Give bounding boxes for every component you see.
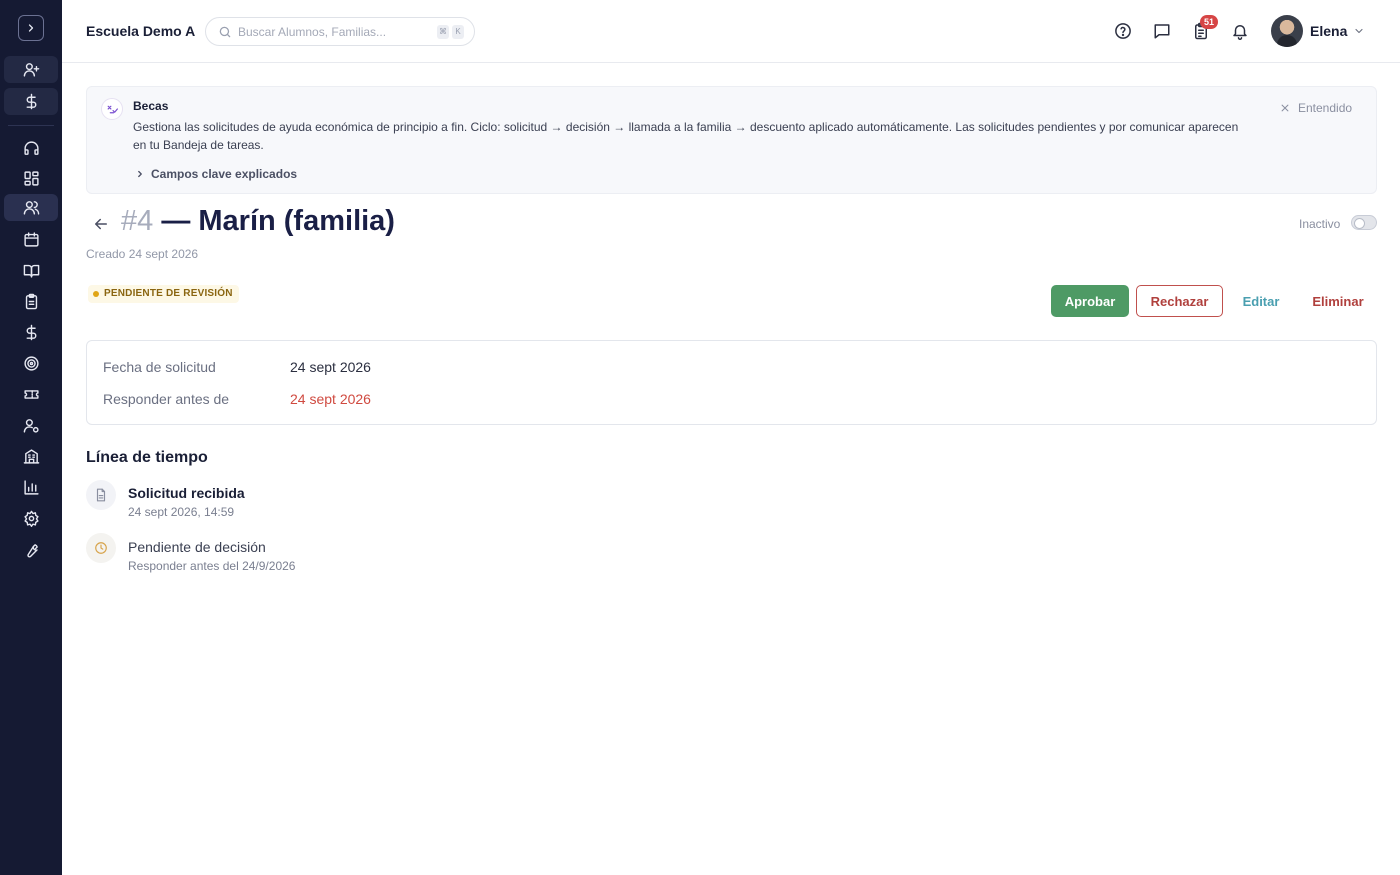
request-date-label: Fecha de solicitud (103, 359, 216, 375)
book-icon (23, 264, 39, 278)
calendar-icon (23, 232, 39, 247)
sidebar (0, 0, 62, 875)
request-date-value: 24 sept 2026 (290, 359, 371, 375)
clock-icon (86, 533, 116, 563)
sidebar-item-settings[interactable] (4, 505, 58, 532)
sidebar-item-support[interactable] (4, 135, 58, 162)
user-gear-icon (23, 419, 39, 433)
inactive-toggle[interactable] (1351, 215, 1377, 230)
dollar-icon (26, 324, 36, 341)
key-fields-label: Campos clave explicados (151, 167, 298, 181)
user-avatar[interactable] (1271, 15, 1303, 47)
help-button[interactable] (1114, 22, 1132, 40)
respond-by-label: Responder antes de (103, 391, 230, 407)
ticket-icon (23, 390, 39, 399)
building-icon (23, 449, 39, 464)
scholarship-icon (101, 98, 123, 120)
timeline-event-subtitle: Responder antes del 24/9/2026 (128, 559, 296, 573)
banner-text: Gestiona las solicitudes de ayuda económ… (133, 120, 1239, 152)
grid-icon (23, 171, 39, 186)
sidebar-item-finance[interactable] (4, 319, 58, 346)
sidebar-item-staff[interactable] (4, 412, 58, 439)
chevron-right-icon (28, 24, 34, 32)
help-circle-icon (1115, 23, 1131, 39)
details-card: Fecha de solicitud 24 sept 2026 Responde… (86, 340, 1377, 425)
sidebar-divider (8, 125, 54, 126)
message-square-icon (1154, 24, 1170, 39)
users-icon (23, 201, 39, 215)
tasks-count-badge: 51 (1200, 15, 1218, 29)
banner-title: Becas (133, 99, 169, 113)
shortcut-key-k: K (452, 25, 464, 39)
created-date: Creado 24 sept 2026 (86, 247, 199, 261)
inactive-label: Inactivo (1299, 217, 1341, 231)
key-fields-toggle[interactable]: Campos clave explicados (135, 167, 297, 181)
search-icon (219, 26, 231, 38)
sidebar-item-billing[interactable] (4, 88, 58, 115)
record-number: #4 (121, 205, 154, 237)
page-title: #4 — Marín (familia) (121, 205, 395, 238)
document-icon (86, 480, 116, 510)
search-bar[interactable]: ⌘ K (205, 17, 475, 46)
sidebar-item-reports[interactable] (4, 474, 58, 501)
record-name: — Marín (familia) (153, 205, 395, 237)
notifications-button[interactable] (1231, 22, 1249, 40)
headset-icon (23, 141, 39, 155)
shortcut-key-cmd: ⌘ (437, 25, 449, 39)
school-name[interactable]: Escuela Demo A (86, 23, 195, 39)
bell-icon (1233, 25, 1247, 40)
status-badge: PENDIENTE DE REVISIÓN (88, 285, 239, 303)
clipboard-icon (25, 293, 37, 310)
sidebar-item-tickets[interactable] (4, 381, 58, 408)
approve-button[interactable]: Aprobar (1051, 285, 1129, 317)
chevron-right-icon (138, 170, 142, 178)
user-plus-icon (23, 63, 39, 77)
reject-button[interactable]: Rechazar (1136, 285, 1223, 317)
info-banner: Becas Gestiona las solicitudes de ayuda … (86, 86, 1377, 194)
banner-dismiss-label: Entendido (1298, 101, 1353, 115)
back-arrow-icon[interactable] (92, 215, 110, 233)
sidebar-item-courses[interactable] (4, 257, 58, 284)
sidebar-item-calendar[interactable] (4, 226, 58, 253)
search-input[interactable] (238, 23, 428, 41)
respond-by-value: 24 sept 2026 (290, 391, 371, 407)
delete-button[interactable]: Eliminar (1302, 285, 1374, 317)
top-header: Escuela Demo A ⌘ K 51 Elena (62, 0, 1400, 63)
sidebar-expand-button[interactable] (18, 15, 44, 41)
bar-chart-icon (23, 480, 39, 495)
edit-button[interactable]: Editar (1234, 285, 1288, 317)
timeline-event-title: Solicitud recibida (128, 485, 245, 501)
sidebar-item-goals[interactable] (4, 350, 58, 377)
close-icon (1281, 104, 1289, 112)
user-name[interactable]: Elena (1310, 23, 1347, 39)
sidebar-item-campus[interactable] (4, 443, 58, 470)
timeline-event-subtitle: 24 sept 2026, 14:59 (128, 505, 235, 519)
sidebar-item-tools[interactable] (4, 537, 58, 564)
messages-button[interactable] (1153, 22, 1171, 40)
gear-icon (23, 510, 39, 527)
timeline-title: Línea de tiempo (86, 449, 208, 466)
chevron-down-icon[interactable] (1353, 25, 1365, 37)
sidebar-item-admissions[interactable] (4, 56, 58, 83)
timeline-event-title: Pendiente de decisión (128, 539, 266, 555)
sidebar-item-dashboard[interactable] (4, 165, 58, 192)
wrench-icon (26, 544, 38, 558)
sidebar-item-families[interactable] (4, 194, 58, 221)
sidebar-item-tasks[interactable] (4, 288, 58, 315)
banner-dismiss-button[interactable]: Entendido (1280, 101, 1352, 115)
target-icon (23, 356, 39, 371)
dollar-icon (26, 93, 36, 110)
